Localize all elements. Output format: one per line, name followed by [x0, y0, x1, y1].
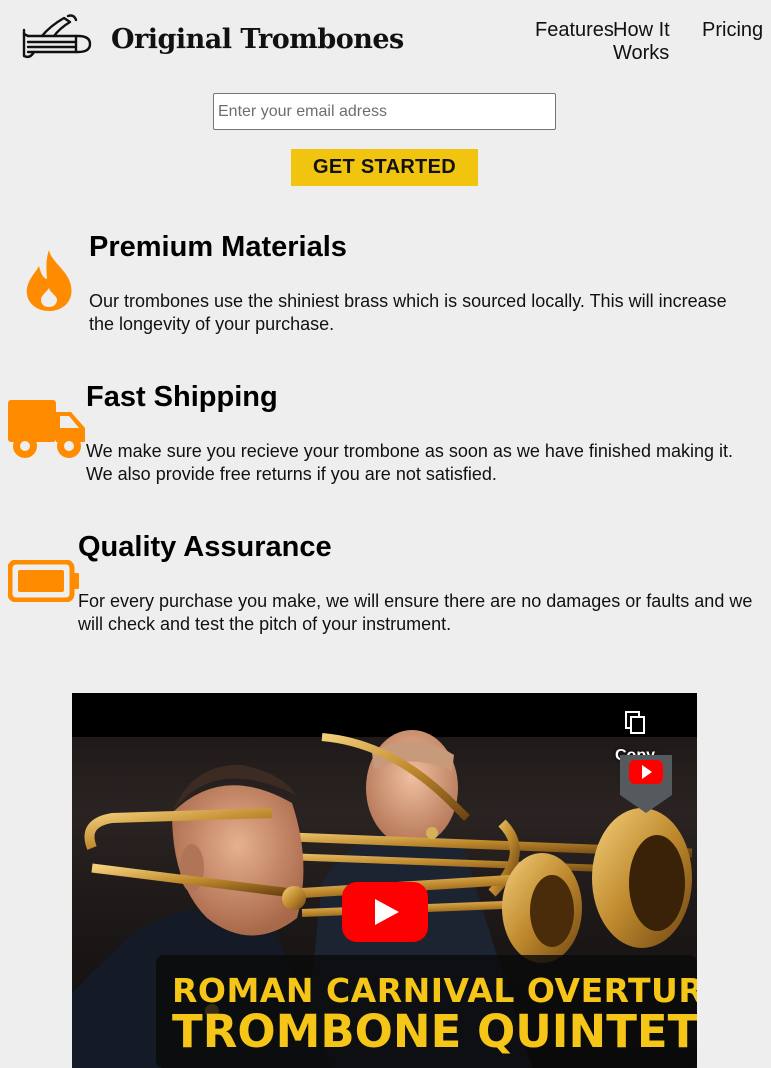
header: Original Trombones Features How It Works… [0, 0, 771, 80]
feature-title-premium-materials: Premium Materials [89, 231, 347, 263]
nav-link-how-it-works[interactable]: How It Works [613, 19, 683, 65]
logo-text: Original Trombones [111, 24, 404, 55]
nav-link-pricing[interactable]: Pricing [702, 19, 763, 42]
fire-icon [26, 250, 72, 311]
copy-icon [625, 711, 645, 734]
email-input[interactable] [213, 93, 556, 130]
truck-icon [8, 400, 85, 458]
get-started-button[interactable]: GET STARTED [291, 149, 478, 186]
trombone-icon [22, 14, 92, 59]
video-caption-line2: TROMBONE QUINTET [172, 1005, 697, 1058]
video-player[interactable]: Copy link ROMAN CARNIVAL OVERTURE TROMBO… [72, 693, 697, 1068]
play-button[interactable] [342, 882, 428, 942]
feature-description-premium-materials: Our trombones use the shiniest brass whi… [89, 291, 727, 334]
feature-title-quality-assurance: Quality Assurance [78, 531, 332, 563]
feature-description-fast-shipping: We make sure you recieve your trombone a… [86, 441, 733, 484]
feature-description-quality-assurance: For every purchase you make, we will ens… [78, 591, 753, 634]
youtube-logo-icon [620, 755, 672, 813]
feature-title-fast-shipping: Fast Shipping [86, 381, 278, 413]
nav-link-features[interactable]: Features [535, 19, 614, 42]
battery-full-icon [8, 560, 79, 602]
